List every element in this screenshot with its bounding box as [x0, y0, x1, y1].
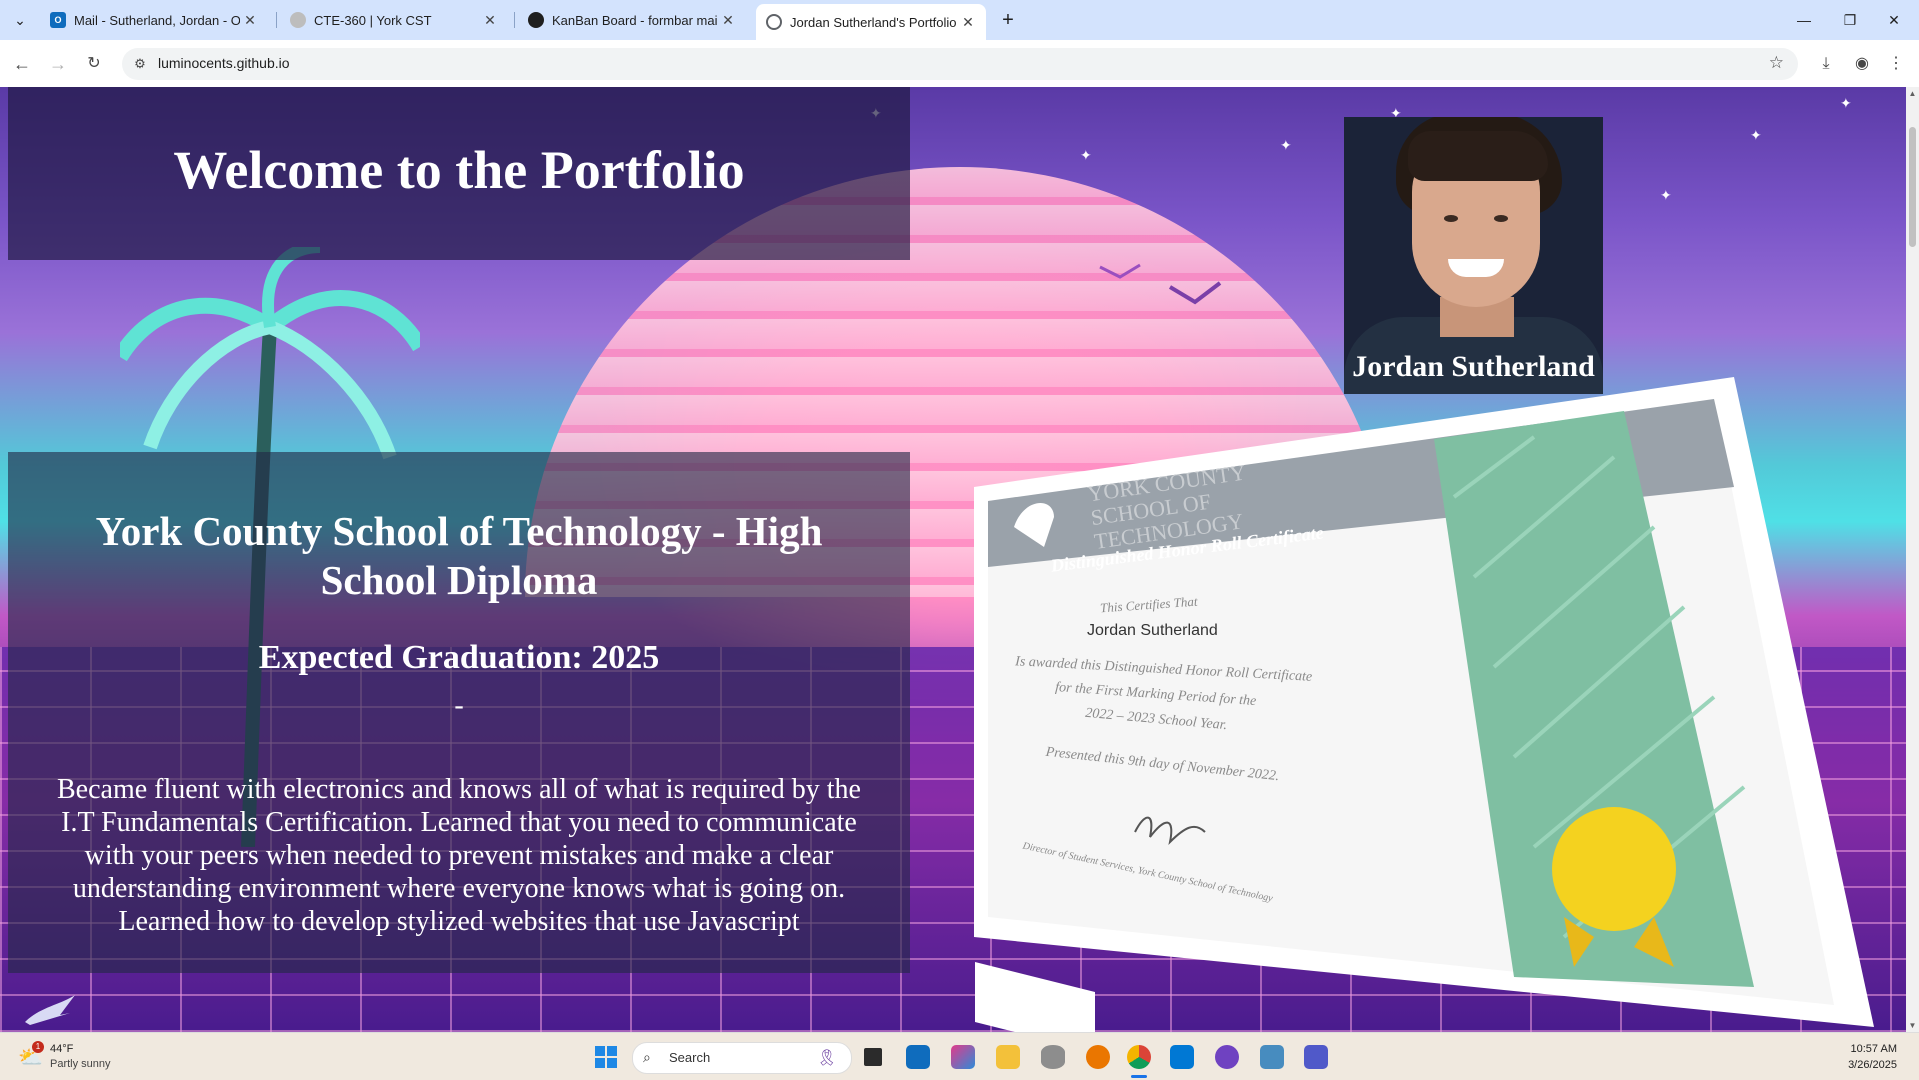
- running-indicator: [1131, 1075, 1147, 1078]
- blender-app-icon[interactable]: [1082, 1041, 1114, 1073]
- reload-button[interactable]: ↻: [80, 50, 108, 78]
- outlook-app-icon[interactable]: [902, 1041, 934, 1073]
- clock-time: 10:57 AM: [1850, 1043, 1897, 1055]
- lightning-bolt-icon: [20, 987, 80, 1027]
- scroll-up-icon[interactable]: ▲: [1906, 87, 1919, 100]
- weather-condition: Partly sunny: [50, 1058, 111, 1070]
- task-view-icon[interactable]: [857, 1041, 889, 1073]
- url-text[interactable]: luminocents.github.io: [158, 55, 290, 71]
- database-app-icon[interactable]: [1037, 1041, 1069, 1073]
- tab-separator: [514, 12, 515, 28]
- teams-app-icon[interactable]: [1300, 1041, 1332, 1073]
- tab-title: Mail - Sutherland, Jordan - Outl: [74, 12, 240, 28]
- forward-button[interactable]: →: [44, 50, 72, 78]
- tab-portfolio[interactable]: Jordan Sutherland's Portfolio ✕: [756, 4, 986, 40]
- close-icon[interactable]: ✕: [718, 12, 738, 29]
- chrome-app-icon[interactable]: [1123, 1041, 1155, 1073]
- education-school: York County School of Technology - High …: [95, 508, 823, 603]
- m365-app-icon[interactable]: [947, 1041, 979, 1073]
- education-panel: York County School of Technology - High …: [8, 452, 910, 973]
- tab-title: CTE-360 | York CST: [314, 12, 432, 28]
- minimize-button[interactable]: —: [1782, 6, 1826, 34]
- tab-search-button[interactable]: ⌄: [8, 8, 32, 32]
- restore-button[interactable]: ❐: [1828, 6, 1872, 34]
- birds-illustration: [1099, 263, 1222, 305]
- weather-temperature: 44°F: [50, 1043, 74, 1055]
- outlook-icon: O: [50, 12, 66, 28]
- back-button[interactable]: ←: [8, 50, 36, 78]
- taskbar-search[interactable]: ⌕ Search 🎗: [632, 1042, 852, 1074]
- tab-strip: ⌄ O Mail - Sutherland, Jordan - Outl ✕ C…: [0, 0, 1919, 40]
- education-divider: -: [454, 690, 464, 721]
- ribbon-icon: 🎗: [816, 1050, 837, 1067]
- tab-title: Jordan Sutherland's Portfolio: [790, 14, 957, 30]
- close-icon[interactable]: ✕: [240, 12, 260, 29]
- tab-cte360[interactable]: CTE-360 | York CST ✕: [280, 4, 508, 36]
- github-desktop-icon[interactable]: [1211, 1041, 1243, 1073]
- godot-app-icon[interactable]: [1256, 1041, 1288, 1073]
- search-label: Search: [669, 1050, 711, 1065]
- globe-icon: [766, 14, 782, 30]
- close-icon[interactable]: ✕: [958, 14, 978, 31]
- education-graduation: Expected Graduation: 2025: [258, 639, 660, 676]
- notification-badge: 1: [32, 1041, 44, 1053]
- clock-date: 3/26/2025: [1848, 1059, 1897, 1071]
- close-window-button[interactable]: ✕: [1872, 6, 1916, 34]
- windows-taskbar: ⛅ 1 44°F Partly sunny ⌕ Search 🎗 10:57 A…: [0, 1032, 1919, 1080]
- download-icon[interactable]: ⤓: [1812, 50, 1840, 78]
- certificate-recipient: Jordan Sutherland: [1087, 622, 1218, 639]
- system-clock[interactable]: 10:57 AM 3/26/2025: [1848, 1041, 1897, 1073]
- page-scrollbar[interactable]: ▲ ▼: [1906, 87, 1919, 1032]
- new-tab-button[interactable]: +: [996, 8, 1020, 32]
- start-button[interactable]: [590, 1041, 622, 1073]
- file-explorer-icon[interactable]: [992, 1041, 1024, 1073]
- scroll-down-icon[interactable]: ▼: [1906, 1019, 1919, 1032]
- signature-illustration: [1134, 816, 1206, 846]
- windows-logo-icon: [595, 1046, 617, 1068]
- profile-icon[interactable]: ◉: [1848, 50, 1876, 78]
- page-viewport: ✦ ✦ ✦ ✦ ✦ ✦ ✦ Welcome to the Portfolio Y…: [0, 87, 1906, 1032]
- profile-photo: Jordan Sutherland: [1344, 117, 1603, 394]
- education-description: Became fluent with electronics and knows…: [57, 774, 861, 937]
- tab-mail[interactable]: O Mail - Sutherland, Jordan - Outl ✕: [40, 4, 268, 36]
- address-bar[interactable]: ⚙ luminocents.github.io ☆: [122, 48, 1798, 80]
- weather-widget[interactable]: ⛅ 1 44°F Partly sunny: [18, 1041, 158, 1073]
- menu-icon[interactable]: ⋮: [1882, 50, 1910, 78]
- tab-kanban[interactable]: KanBan Board - formbar main ✕: [518, 4, 746, 36]
- honor-roll-certificate: [974, 377, 1874, 1027]
- welcome-panel: Welcome to the Portfolio: [8, 87, 910, 260]
- tab-title: KanBan Board - formbar main: [552, 12, 718, 28]
- tab-separator: [276, 12, 277, 28]
- github-icon: [528, 12, 544, 28]
- site-info-icon[interactable]: ⚙: [130, 54, 150, 74]
- scrollbar-thumb[interactable]: [1909, 127, 1916, 247]
- close-icon[interactable]: ✕: [480, 12, 500, 29]
- welcome-title: Welcome to the Portfolio: [173, 140, 745, 200]
- browser-toolbar: ← → ↻ ⚙ luminocents.github.io ☆ ⤓ ◉ ⋮: [0, 40, 1919, 87]
- search-icon: ⌕: [643, 1049, 651, 1065]
- globe-icon: [290, 12, 306, 28]
- bookmark-star-icon[interactable]: ☆: [1769, 53, 1784, 73]
- vscode-app-icon[interactable]: [1166, 1041, 1198, 1073]
